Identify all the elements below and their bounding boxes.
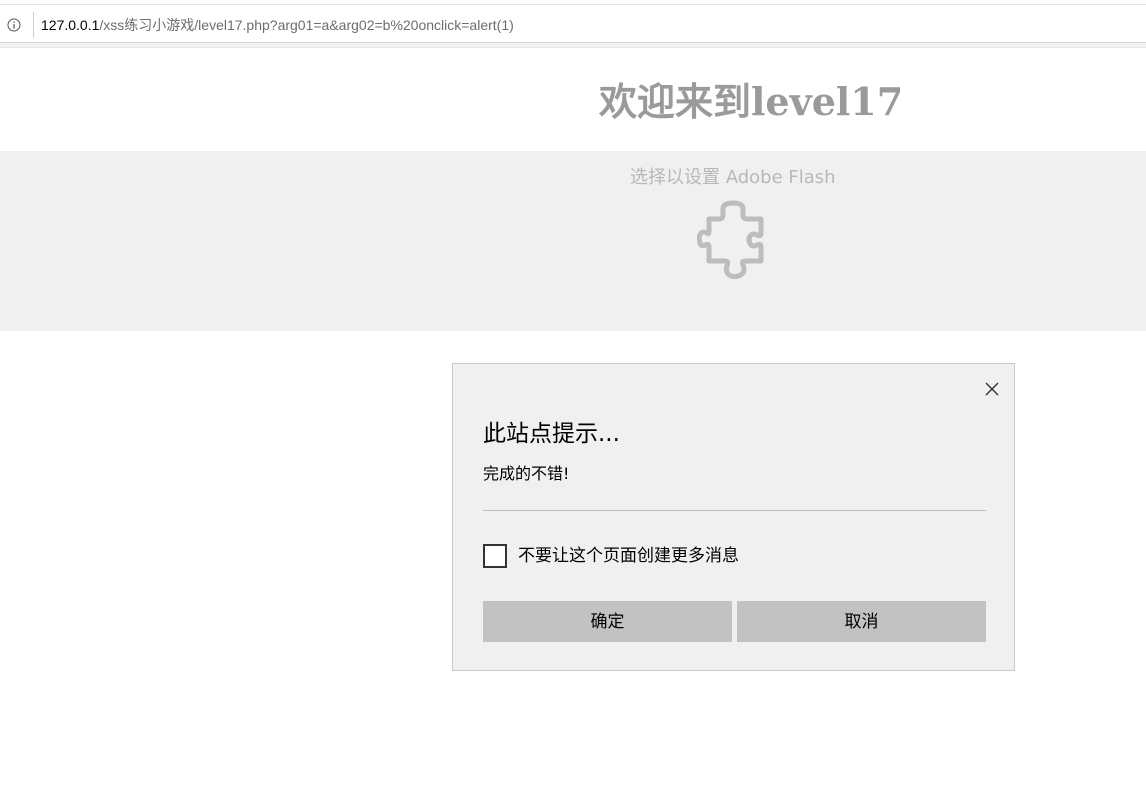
address-bar: 127.0.0.1/xss练习小游戏/level17.php?arg01=a&a… [0, 0, 1146, 43]
alert-dialog: 此站点提示... 完成的不错! 不要让这个页面创建更多消息 确定 取消 [452, 363, 1015, 671]
suppress-dialogs-label[interactable]: 不要让这个页面创建更多消息 [518, 544, 739, 568]
url-path: /xss练习小游戏/level17.php?arg01=a&arg02=b%20… [99, 17, 514, 33]
url-divider [33, 12, 34, 38]
dialog-title: 此站点提示... [483, 421, 620, 447]
info-icon[interactable] [7, 18, 21, 32]
puzzle-piece-icon [697, 200, 764, 280]
suppress-dialogs-checkbox[interactable] [483, 544, 507, 568]
flash-prompt[interactable]: 选择以设置 Adobe Flash [630, 166, 836, 190]
flash-plugin-area[interactable] [0, 151, 1146, 331]
address-bar-inner: 127.0.0.1/xss练习小游戏/level17.php?arg01=a&a… [0, 4, 1146, 39]
dialog-divider [483, 510, 986, 511]
close-icon[interactable] [981, 378, 1003, 400]
cancel-button[interactable]: 取消 [737, 601, 986, 642]
ok-button[interactable]: 确定 [483, 601, 732, 642]
toolbar-divider [0, 43, 1146, 48]
page-title: 欢迎来到level17 [599, 79, 904, 124]
url-host: 127.0.0.1 [41, 17, 100, 33]
url-field[interactable]: 127.0.0.1/xss练习小游戏/level17.php?arg01=a&a… [41, 15, 514, 35]
dialog-message: 完成的不错! [483, 464, 570, 483]
